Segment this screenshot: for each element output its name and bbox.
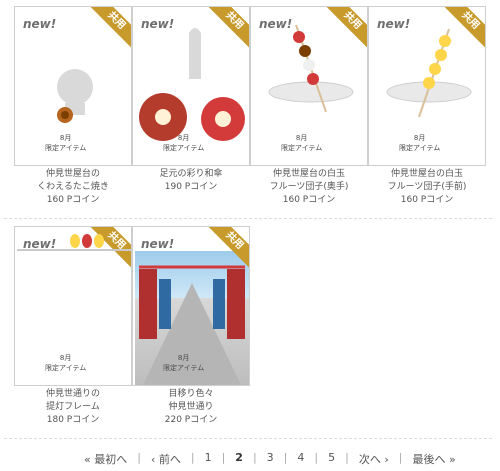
item-card[interactable]: new! 共用 8月 限定アイテム: [250, 6, 368, 166]
pagination: « 最初へ | ‹ 前へ | 1 | 2 | 3 | 4 | 5 | 次へ › …: [80, 451, 460, 467]
pager-separator: |: [314, 451, 319, 464]
pager-page[interactable]: 3: [263, 451, 278, 467]
item-card[interactable]: new! 共用 8月 限定アイテム: [132, 6, 250, 166]
new-label: new!: [141, 237, 175, 251]
pager-separator: |: [345, 451, 349, 464]
limited-badge: 8月 限定アイテム: [163, 134, 205, 152]
pager-page-current: 2: [235, 451, 243, 464]
pager-last[interactable]: 最後へ »: [408, 451, 459, 467]
limited-badge: 8月 限定アイテム: [45, 134, 87, 152]
item-caption: 足元の彩り和傘 190 Pコイン: [159, 169, 223, 192]
limited-badge: 8月 限定アイテム: [281, 134, 323, 152]
pager-page[interactable]: 5: [324, 451, 339, 467]
item-caption: 目移り色々 仲見世通り 220 Pコイン: [164, 389, 218, 425]
limited-badge: 8月 限定アイテム: [163, 354, 205, 372]
pager-separator: |: [398, 451, 403, 464]
item-card[interactable]: new! 共用 8月 限定アイテム: [14, 226, 132, 386]
pager-next[interactable]: 次へ ›: [355, 451, 393, 467]
pager-separator: |: [283, 451, 288, 464]
pager-separator: |: [221, 451, 226, 464]
item-caption: 仲見世屋台の白玉 フルーツ団子(奥手) 160 Pコイン: [269, 169, 349, 205]
pager-separator: |: [252, 451, 257, 464]
pager-page[interactable]: 1: [201, 451, 216, 467]
item-card[interactable]: new! 共用 8月 限定アイテム: [368, 6, 486, 166]
pager-page[interactable]: 4: [293, 451, 308, 467]
item-card[interactable]: new! 共用 8月 限定アイテム: [132, 226, 250, 386]
item-card[interactable]: new! 共用 8月 限定アイテム: [14, 6, 132, 166]
pager-separator: |: [190, 451, 195, 464]
item-caption: 仲見世通りの 提灯フレーム 180 Pコイン: [45, 389, 100, 425]
pager-separator: |: [137, 451, 141, 464]
item-caption: 仲見世屋台の くわえるたこ焼き 160 Pコイン: [37, 169, 109, 205]
pager-prev[interactable]: ‹ 前へ: [147, 451, 185, 467]
limited-badge: 8月 限定アイテム: [45, 354, 87, 372]
item-caption: 仲見世屋台の白玉 フルーツ団子(手前) 160 Pコイン: [387, 169, 467, 205]
limited-badge: 8月 限定アイテム: [399, 134, 441, 152]
pager-first[interactable]: « 最初へ: [80, 451, 131, 467]
row-divider: [4, 218, 492, 219]
pager-divider: [4, 438, 492, 439]
